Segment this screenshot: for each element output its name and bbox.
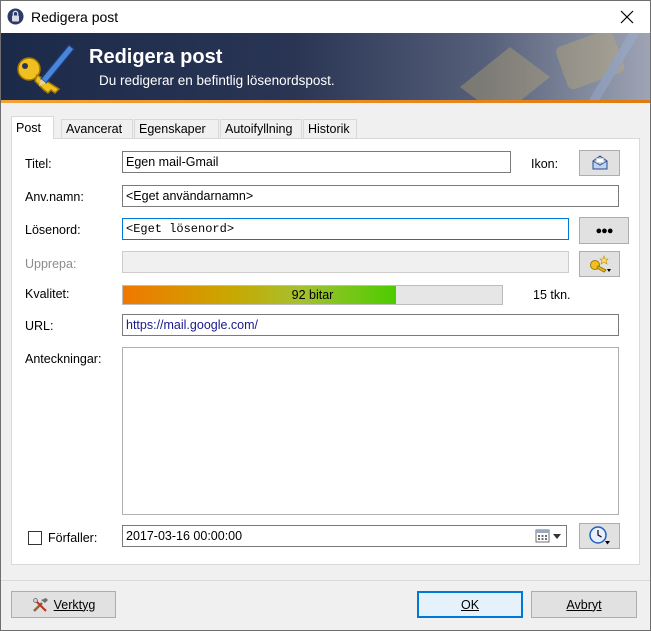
username-label: Anv.namn: — [25, 190, 84, 204]
tools-button[interactable]: Verktyg — [11, 591, 116, 618]
title-label: Titel: — [25, 157, 52, 171]
tools-icon — [32, 597, 48, 612]
quality-meter: 92 bitar — [122, 285, 503, 305]
edit-entry-dialog: Redigera post Redigera post Du redigerar… — [0, 0, 651, 631]
cancel-button[interactable]: Avbryt — [531, 591, 637, 618]
cancel-button-label: Avbryt — [566, 597, 602, 612]
title-field[interactable]: Egen mail-Gmail — [122, 151, 511, 173]
quality-bits-text: 92 bitar — [291, 288, 334, 302]
toggle-password-visibility-button[interactable]: ●●● — [579, 217, 629, 244]
tab-properties[interactable]: Egenskaper — [134, 119, 219, 139]
expires-label: Förfaller: — [48, 531, 98, 545]
banner-watermark-icon — [460, 33, 639, 103]
envelope-icon — [592, 155, 607, 170]
icon-label: Ikon: — [531, 157, 559, 171]
tab-panel-post: Titel: Egen mail-Gmail Ikon: Anv.namn: <… — [11, 138, 640, 565]
expiry-presets-button[interactable] — [579, 523, 620, 549]
tab-post[interactable]: Post — [11, 116, 54, 139]
expires-date-field[interactable]: 2017-03-16 00:00:00 — [122, 525, 567, 547]
title-bar[interactable]: Redigera post — [1, 1, 650, 33]
url-field[interactable]: https://mail.google.com/ — [122, 314, 619, 336]
password-label: Lösenord: — [25, 223, 81, 237]
expires-checkbox[interactable] — [28, 531, 42, 545]
expires-date-value: 2017-03-16 00:00:00 — [126, 529, 243, 543]
repeat-password-field[interactable] — [122, 251, 569, 273]
tab-autotype[interactable]: Autoifyllning — [220, 119, 302, 139]
notes-textarea[interactable] — [122, 347, 619, 515]
ok-button[interactable]: OK — [417, 591, 523, 618]
tools-button-label: Verktyg — [53, 597, 96, 612]
banner-subtitle: Du redigerar en befintlig lösenordspost. — [99, 73, 335, 88]
repeat-label: Upprepa: — [25, 257, 77, 271]
username-field[interactable]: <Eget användarnamn> — [122, 185, 619, 207]
ok-button-label: OK — [460, 597, 480, 612]
close-button[interactable] — [604, 1, 650, 33]
edit-key-icon — [17, 44, 75, 94]
password-generator-button[interactable] — [579, 251, 620, 277]
url-label: URL: — [25, 319, 54, 333]
keepass-lock-icon — [7, 8, 24, 25]
quality-label: Kvalitet: — [25, 287, 70, 301]
password-field[interactable]: <Eget lösenord> — [122, 218, 569, 240]
tab-advanced[interactable]: Avancerat — [61, 119, 133, 139]
notes-label: Anteckningar: — [25, 352, 102, 366]
header-banner: Redigera post Du redigerar en befintlig … — [1, 33, 650, 103]
banner-title: Redigera post — [89, 46, 223, 68]
clock-icon — [588, 526, 610, 545]
close-icon — [620, 10, 634, 24]
tab-history[interactable]: Historik — [303, 119, 357, 139]
key-generator-icon — [589, 255, 611, 273]
icon-picker-button[interactable] — [579, 150, 620, 176]
footer-separator — [1, 580, 650, 581]
quality-char-count: 15 tkn. — [533, 288, 571, 302]
banner-accent-line — [1, 100, 650, 103]
window-title: Redigera post — [31, 9, 119, 25]
calendar-dropdown-icon[interactable] — [535, 528, 563, 546]
